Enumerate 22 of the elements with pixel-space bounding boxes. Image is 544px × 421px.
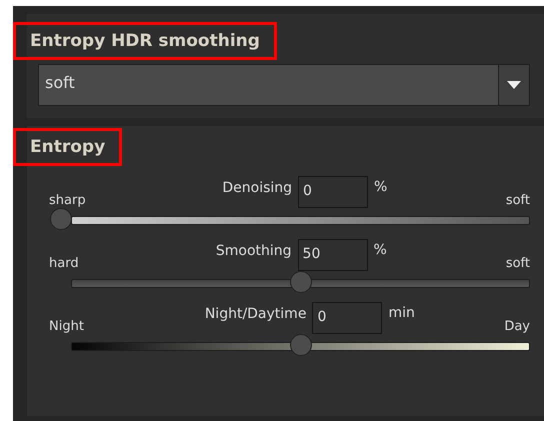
dropdown-arrow-icon bbox=[506, 80, 522, 90]
slider-label: Smoothing bbox=[216, 242, 292, 259]
slider-thumb[interactable] bbox=[50, 208, 72, 230]
section-title: Entropy HDR smoothing bbox=[13, 22, 277, 60]
slider-max-label: Day bbox=[504, 319, 530, 334]
value-field[interactable]: 50 bbox=[298, 239, 368, 271]
slider-thumb[interactable] bbox=[290, 271, 312, 293]
slider-label: Night/Daytime bbox=[204, 305, 306, 322]
slider-max-label: soft bbox=[506, 193, 530, 208]
slider-min-label: sharp bbox=[49, 193, 86, 208]
section-title: Entropy bbox=[13, 128, 122, 166]
unit-label: % bbox=[374, 178, 388, 195]
slider-min-label: hard bbox=[49, 256, 79, 271]
slider-max-label: soft bbox=[506, 256, 530, 271]
smoothing-dropdown[interactable]: soft bbox=[38, 64, 530, 106]
unit-label: min bbox=[388, 304, 416, 321]
value-field[interactable]: 0 bbox=[298, 176, 368, 208]
slider-min-label: Night bbox=[49, 319, 84, 334]
slider-thumb[interactable] bbox=[290, 334, 312, 356]
unit-label: % bbox=[374, 241, 388, 258]
slider-label: Denoising bbox=[222, 179, 292, 196]
value-field[interactable]: 0 bbox=[312, 302, 382, 334]
